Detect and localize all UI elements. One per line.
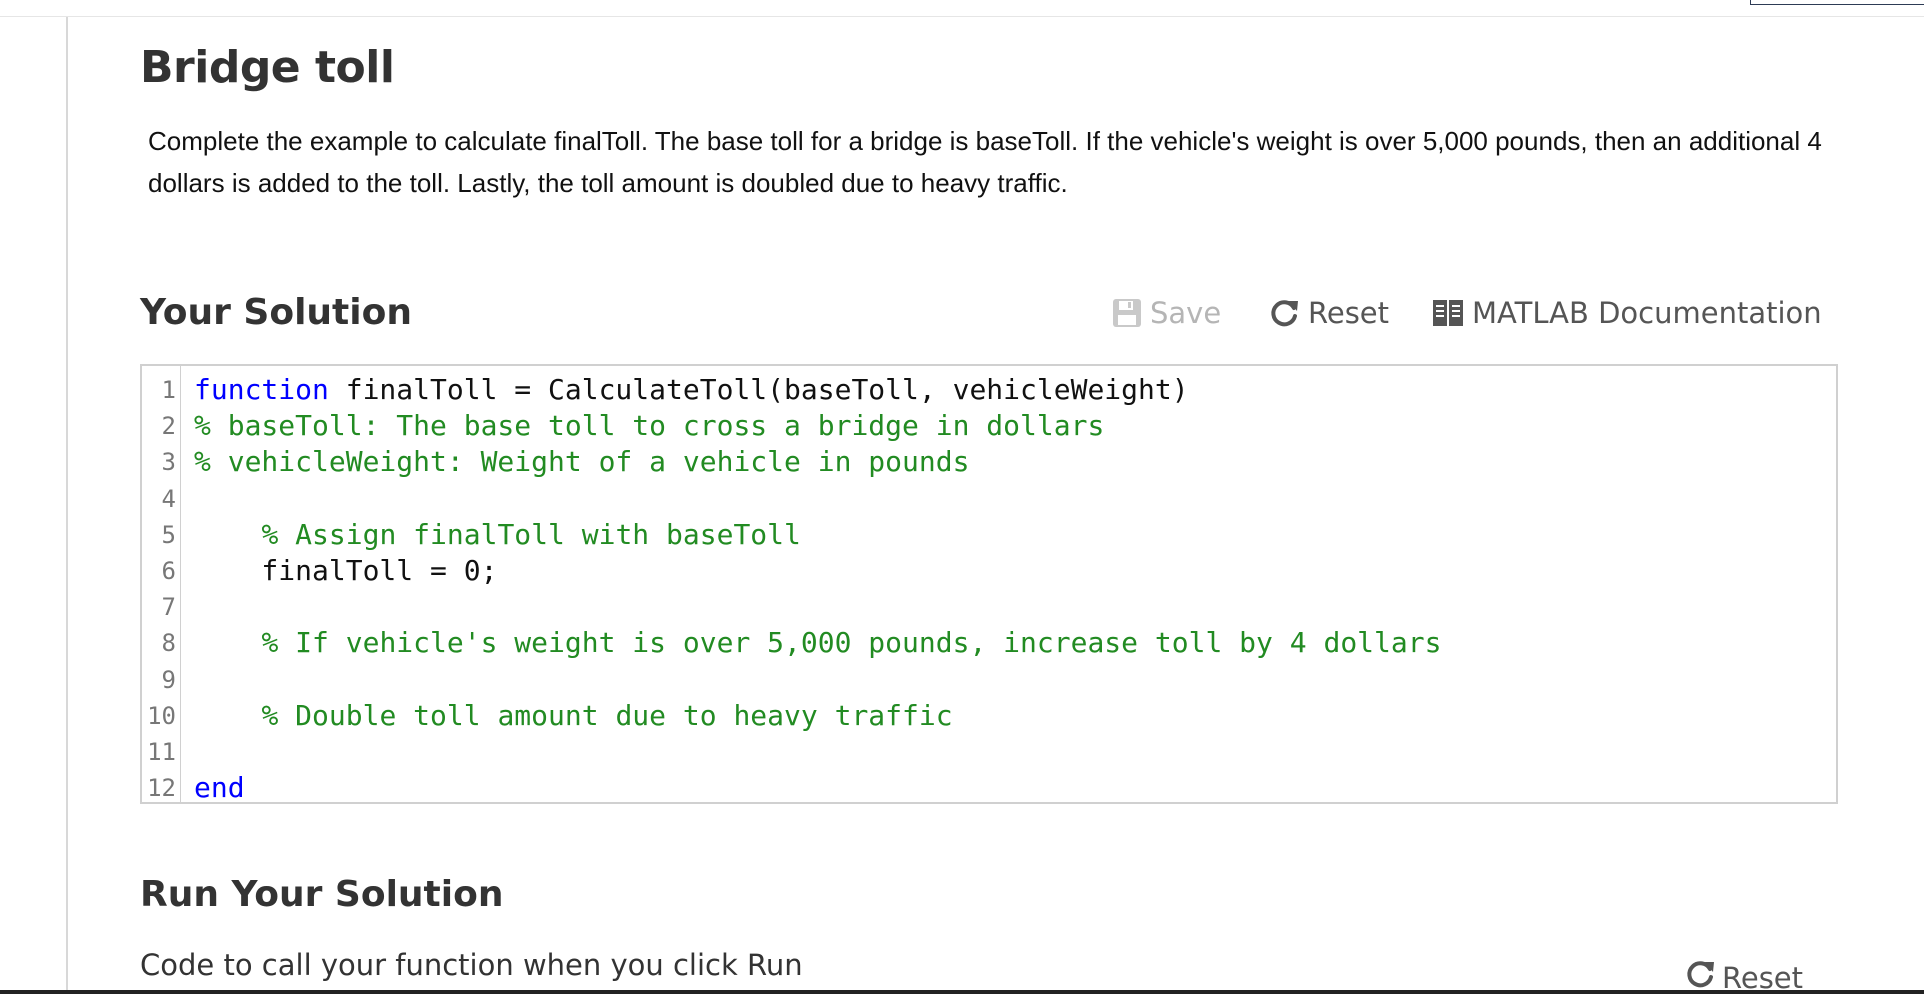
code-text[interactable]: % Double toll amount due to heavy traffi… [194,698,953,734]
code-comment: % baseToll: The base toll to cross a bri… [194,409,1104,442]
code-line[interactable]: 2 % baseToll: The base toll to cross a br… [142,408,1832,444]
code-token [194,626,261,659]
code-token [194,699,261,732]
code-line[interactable]: 1 function finalToll = CalculateToll(base… [142,372,1832,408]
code-token: finalToll = 0; [194,554,497,587]
code-line[interactable]: 10 % Double toll amount due to heavy tra… [142,698,1832,734]
solution-section-title: Your Solution [140,292,412,333]
code-line[interactable]: 4 [142,481,1832,517]
code-text[interactable]: end [194,770,245,806]
book-icon [1432,298,1464,328]
line-number: 3 [142,444,176,480]
line-number: 12 [142,770,176,806]
save-label: Save [1150,296,1221,330]
line-number: 11 [142,734,176,770]
code-keyword: end [194,771,245,804]
top-bar-button[interactable] [1750,0,1924,5]
code-comment: % If vehicle's weight is over 5,000 poun… [261,626,1441,659]
line-number: 8 [142,625,176,661]
matlab-documentation-button[interactable]: MATLAB Documentation [1432,296,1822,330]
docs-label: MATLAB Documentation [1472,296,1822,330]
code-line[interactable]: 9 [142,662,1832,698]
floppy-disk-icon [1112,298,1142,328]
code-line[interactable]: 3 % vehicleWeight: Weight of a vehicle in… [142,444,1832,480]
code-line[interactable]: 8 % If vehicle's weight is over 5,000 po… [142,625,1832,661]
problem-description: Complete the example to calculate finalT… [148,120,1848,204]
code-line[interactable]: 5 % Assign finalToll with baseToll [142,517,1832,553]
code-text[interactable]: % vehicleWeight: Weight of a vehicle in … [194,444,969,480]
code-comment: % Assign finalToll with baseToll [261,518,800,551]
line-number: 10 [142,698,176,734]
code-text[interactable]: % Assign finalToll with baseToll [194,517,801,553]
page-title: Bridge toll [140,42,394,93]
line-number: 7 [142,589,176,625]
line-number: 2 [142,408,176,444]
reset-label: Reset [1308,296,1389,330]
run-description: Code to call your function when you clic… [140,948,803,982]
save-button[interactable]: Save [1112,296,1221,330]
code-text[interactable]: finalToll = 0; [194,553,497,589]
code-comment: % vehicleWeight: Weight of a vehicle in … [194,445,969,478]
code-token: finalToll = CalculateToll(baseToll, vehi… [329,373,1189,406]
refresh-icon [1268,297,1300,329]
line-number: 5 [142,517,176,553]
bottom-border [0,990,1924,994]
line-number: 1 [142,372,176,408]
line-number: 9 [142,662,176,698]
code-editor[interactable]: 1 function finalToll = CalculateToll(base… [140,364,1838,804]
line-number: 6 [142,553,176,589]
code-text[interactable]: % baseToll: The base toll to cross a bri… [194,408,1104,444]
line-number: 4 [142,481,176,517]
left-divider [66,17,68,994]
top-bar [0,0,1924,17]
code-keyword: function [194,373,329,406]
code-line[interactable]: 6 finalToll = 0; [142,553,1832,589]
code-comment: % Double toll amount due to heavy traffi… [261,699,952,732]
code-line[interactable]: 12 end [142,770,1832,806]
code-text[interactable]: % If vehicle's weight is over 5,000 poun… [194,625,1441,661]
code-line[interactable]: 7 [142,589,1832,625]
code-token [194,518,261,551]
code-line[interactable]: 11 [142,734,1832,770]
reset-button[interactable]: Reset [1268,296,1389,330]
code-text[interactable]: function finalToll = CalculateToll(baseT… [194,372,1189,408]
run-section-title: Run Your Solution [140,874,503,915]
